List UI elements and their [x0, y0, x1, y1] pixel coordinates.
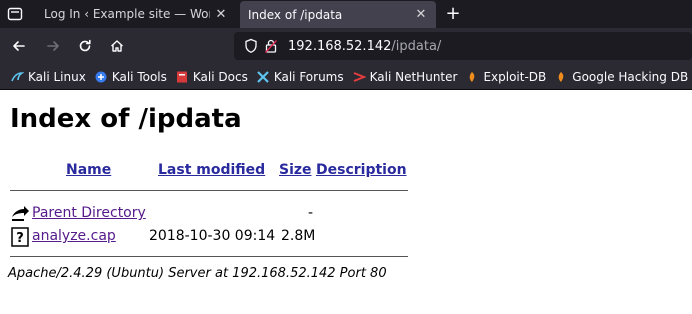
column-header-description[interactable]: Description	[316, 162, 407, 178]
kali-nethunter-icon	[353, 71, 366, 82]
tab-index-ipdata[interactable]: Index of /ipdata ✕	[240, 1, 436, 28]
tab-login[interactable]: Log In ‹ Example site — Word ✕	[36, 0, 236, 28]
home-button[interactable]	[106, 35, 128, 57]
url-host: 192.168.52.142	[288, 38, 392, 54]
url-path: /ipdata/	[391, 38, 442, 54]
column-header-size[interactable]: Size	[279, 162, 312, 178]
plus-icon: +	[445, 3, 461, 24]
tab-title: Index of /ipdata	[248, 7, 343, 22]
reload-icon	[79, 39, 91, 52]
arrow-left-icon	[13, 41, 25, 51]
bookmark-kali-forums[interactable]: Kali Forums	[256, 70, 344, 84]
back-button[interactable]	[8, 35, 30, 57]
back-icon	[12, 206, 29, 221]
exploit-db-icon	[470, 71, 475, 82]
bookmarks-toolbar: Kali Linux Kali Tools Kali Docs Kali For…	[0, 64, 692, 90]
bookmark-kali-nethunter[interactable]: Kali NetHunter	[352, 69, 458, 84]
bookmark-label: Kali Docs	[192, 69, 248, 84]
divider	[10, 256, 408, 257]
column-header-name[interactable]: Name	[66, 162, 111, 178]
row-size: -	[308, 205, 314, 221]
bookmark-label: Google Hacking DB	[572, 69, 689, 84]
bookmark-label: Exploit-DB	[483, 69, 547, 84]
server-signature: Apache/2.4.29 (Ubuntu) Server at 192.168…	[8, 266, 387, 281]
row-modified: 2018-10-30 09:14	[149, 228, 276, 244]
bookmark-kali-linux[interactable]: Kali Linux	[10, 70, 86, 84]
google-hacking-db-icon	[558, 71, 564, 82]
tab-bar: Log In ‹ Example site — Word ✕ Index of …	[0, 0, 692, 28]
close-tab-icon[interactable]: ✕	[414, 7, 428, 22]
bookmark-label: Kali Forums	[273, 69, 344, 84]
reload-button[interactable]	[74, 35, 96, 57]
parent-directory-link[interactable]: Parent Directory	[32, 205, 146, 221]
bookmark-google-hacking-db[interactable]: Google Hacking DB	[554, 70, 688, 84]
bookmark-kali-docs[interactable]: Kali Docs	[175, 70, 248, 84]
kali-docs-icon	[176, 71, 187, 82]
shield-icon[interactable]	[244, 38, 258, 54]
new-tab-button[interactable]: +	[442, 3, 464, 25]
kali-tools-icon	[95, 71, 107, 82]
address-bar[interactable]: 192.168.52.142/ipdata/	[234, 32, 692, 60]
kali-dragon-icon	[11, 71, 24, 81]
forward-button[interactable]	[42, 35, 64, 57]
bookmark-label: Kali NetHunter	[369, 69, 458, 84]
bookmark-label: Kali Linux	[28, 69, 86, 84]
close-tab-icon[interactable]: ✕	[214, 7, 228, 22]
navigation-toolbar: 192.168.52.142/ipdata/	[0, 28, 692, 64]
arrow-right-icon	[47, 41, 59, 51]
tab-list-icon	[7, 7, 23, 21]
bookmark-exploit-db[interactable]: Exploit-DB	[465, 70, 546, 84]
svg-text:?: ?	[16, 231, 24, 246]
page-title: Index of /ipdata	[10, 104, 242, 134]
file-link-analyze-cap[interactable]: analyze.cap	[32, 228, 116, 244]
unknown-file-icon: ?	[11, 227, 29, 247]
page-content: Index of /ipdata Name Last modified Size…	[0, 90, 692, 314]
url-text[interactable]: 192.168.52.142/ipdata/	[288, 39, 441, 54]
tab-title: Log In ‹ Example site — Word	[44, 7, 210, 21]
kali-forums-icon	[257, 70, 269, 83]
bookmark-kali-tools[interactable]: Kali Tools	[94, 70, 167, 84]
insecure-lock-icon[interactable]	[264, 38, 278, 54]
row-size: 2.8M	[281, 228, 316, 244]
home-icon	[111, 40, 123, 52]
bookmark-label: Kali Tools	[111, 69, 167, 84]
column-header-last-modified[interactable]: Last modified	[158, 162, 265, 178]
divider	[10, 190, 408, 191]
tab-list-button[interactable]	[6, 5, 24, 23]
